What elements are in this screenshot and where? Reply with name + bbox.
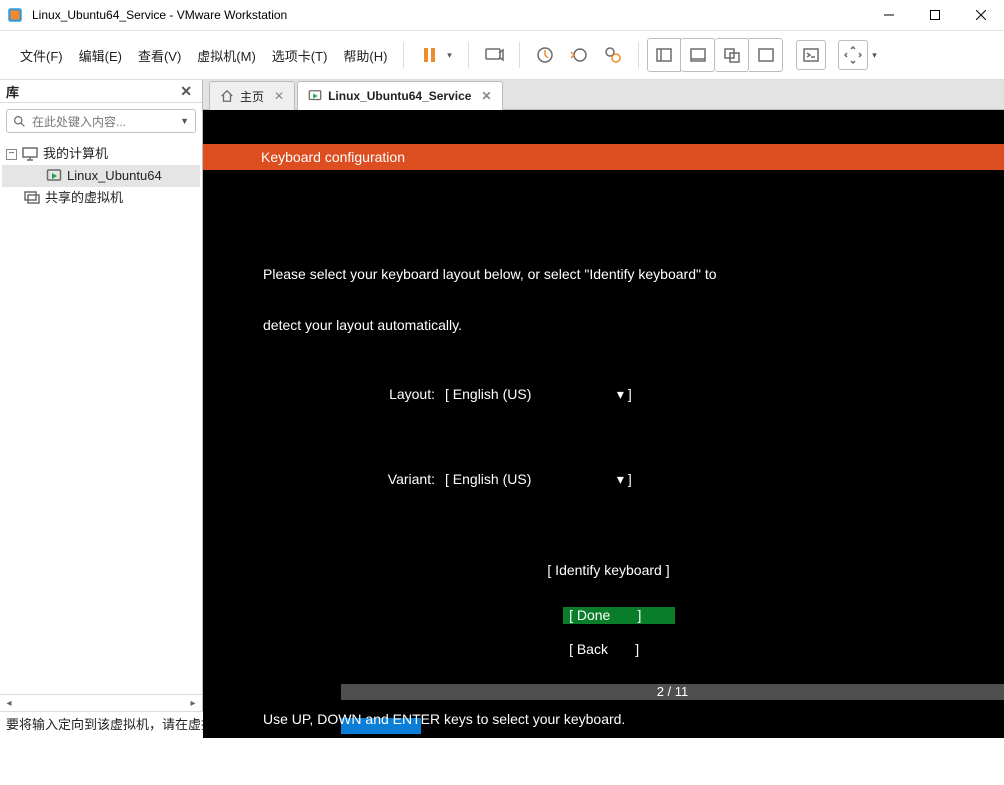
installer-hint: Use UP, DOWN and ENTER keys to select yo…	[263, 711, 625, 728]
tab-close-button[interactable]: ✕	[274, 89, 284, 103]
back-button[interactable]: [ Back ]	[563, 641, 675, 658]
variant-select[interactable]: [ English (US) ▾ ]	[445, 471, 632, 488]
pause-button[interactable]	[412, 38, 446, 72]
monitor-icon	[22, 146, 38, 162]
search-options-dropdown[interactable]: ▼	[180, 116, 189, 126]
installer-prompt-line2: detect your layout automatically.	[263, 317, 954, 334]
console-view-button[interactable]	[796, 40, 826, 70]
menu-help[interactable]: 帮助(H)	[335, 40, 395, 71]
main-pane: 主页 ✕ Linux_Ubuntu64_Service ✕ Keyboard c…	[203, 80, 1004, 711]
menu-toolbar: 文件(F) 编辑(E) 查看(V) 虚拟机(M) 选项卡(T) 帮助(H) ▾ …	[0, 31, 1004, 80]
tree-label: 共享的虚拟机	[45, 187, 123, 209]
tab-label: 主页	[240, 88, 264, 105]
menu-file[interactable]: 文件(F)	[12, 40, 71, 71]
close-button[interactable]	[958, 0, 1004, 30]
library-tree: − 我的计算机 Linux_Ubuntu64 共享的虚拟机	[0, 139, 202, 213]
view-single-button[interactable]	[647, 38, 681, 72]
library-search-input[interactable]: 在此处键入内容... ▼	[6, 109, 196, 133]
menu-edit[interactable]: 编辑(E)	[71, 40, 130, 71]
document-tabs: 主页 ✕ Linux_Ubuntu64_Service ✕	[203, 80, 1004, 110]
layout-select[interactable]: [ English (US) ▾ ]	[445, 386, 632, 403]
window-title: Linux_Ubuntu64_Service - VMware Workstat…	[32, 8, 866, 22]
tree-label: Linux_Ubuntu64	[67, 165, 162, 187]
library-header: 库 ✕	[0, 80, 202, 103]
search-placeholder: 在此处键入内容...	[32, 113, 126, 130]
view-fullscreen-button[interactable]	[749, 38, 783, 72]
view-unity-button[interactable]	[715, 38, 749, 72]
content-area: 库 ✕ 在此处键入内容... ▼ − 我的计算机 Linux_Ubuntu64 …	[0, 80, 1004, 711]
variant-label: Variant:	[353, 471, 435, 488]
shared-monitor-icon	[24, 190, 40, 206]
library-close-button[interactable]: ✕	[176, 83, 196, 100]
view-quick-switch-button[interactable]	[681, 38, 715, 72]
library-title: 库	[6, 82, 19, 101]
progress-text: 2 / 11	[341, 684, 1004, 700]
tab-vm-ubuntu[interactable]: Linux_Ubuntu64_Service ✕	[297, 81, 502, 110]
vm-running-icon	[46, 168, 62, 184]
maximize-button[interactable]	[912, 0, 958, 30]
menu-view[interactable]: 查看(V)	[130, 40, 189, 71]
tab-home[interactable]: 主页 ✕	[209, 81, 295, 110]
installer-prompt-line1: Please select your keyboard layout below…	[263, 266, 954, 283]
view-mode-group	[647, 38, 783, 72]
collapse-icon[interactable]: −	[6, 149, 17, 160]
library-h-scrollbar[interactable]: ◂ ▸	[0, 694, 202, 711]
tab-label: Linux_Ubuntu64_Service	[328, 89, 471, 103]
minimize-button[interactable]	[866, 0, 912, 30]
scroll-left-arrow-icon[interactable]: ◂	[0, 698, 18, 709]
tree-shared-vms[interactable]: 共享的虚拟机	[2, 187, 200, 209]
installer-nav-buttons: [ Done ] [ Back ]	[203, 590, 1004, 675]
installer-header: Keyboard configuration	[203, 144, 1004, 170]
revert-snapshot-button[interactable]	[562, 38, 596, 72]
done-button[interactable]: [ Done ]	[563, 607, 675, 624]
title-bar: Linux_Ubuntu64_Service - VMware Workstat…	[0, 0, 1004, 31]
snapshot-manager-button[interactable]	[596, 38, 630, 72]
tree-label: 我的计算机	[43, 143, 108, 165]
layout-label: Layout:	[353, 386, 435, 403]
vm-running-icon	[308, 89, 322, 103]
menu-tabs[interactable]: 选项卡(T)	[264, 40, 336, 71]
installer-progress: 2 / 11	[341, 684, 1004, 700]
snapshot-button[interactable]	[528, 38, 562, 72]
search-icon	[13, 115, 26, 128]
vm-console[interactable]: Keyboard configuration Please select you…	[203, 110, 1004, 738]
stretch-guest-button[interactable]	[838, 40, 868, 70]
menu-vm[interactable]: 虚拟机(M)	[189, 40, 264, 71]
library-pane: 库 ✕ 在此处键入内容... ▼ − 我的计算机 Linux_Ubuntu64 …	[0, 80, 203, 711]
identify-keyboard-button[interactable]: [ Identify keyboard ]	[263, 562, 954, 579]
tree-my-computer[interactable]: − 我的计算机	[2, 143, 200, 165]
send-ctrl-alt-del-button[interactable]	[477, 38, 511, 72]
stretch-dropdown[interactable]: ▾	[869, 50, 879, 61]
tab-close-button[interactable]: ✕	[481, 89, 491, 103]
scroll-right-arrow-icon[interactable]: ▸	[184, 698, 202, 709]
home-icon	[220, 89, 234, 103]
tree-vm-linux-ubuntu64[interactable]: Linux_Ubuntu64	[2, 165, 200, 187]
vmware-app-icon	[6, 6, 24, 24]
